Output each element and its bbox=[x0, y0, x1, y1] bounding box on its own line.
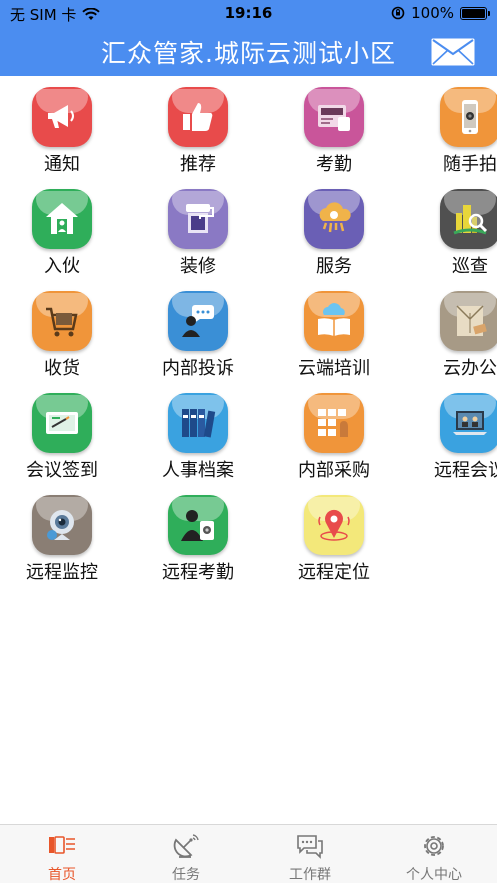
grid-item-remote-monitoring[interactable]: 远程监控 bbox=[0, 490, 124, 592]
phone-camera-icon bbox=[440, 87, 497, 147]
tab-label: 任务 bbox=[172, 867, 200, 883]
status-bar: 无 SIM 卡 19:16 100% bbox=[0, 0, 497, 26]
grid-item-notice[interactable]: 通知 bbox=[0, 82, 124, 184]
location-pin-icon bbox=[304, 495, 364, 555]
card-reader-icon bbox=[304, 87, 364, 147]
house-icon bbox=[32, 189, 92, 249]
grid-item-label: 巡查 bbox=[452, 256, 488, 277]
grid-item-internal-purchase[interactable]: 内部采购 bbox=[272, 388, 396, 490]
satellite-dish-icon bbox=[173, 834, 199, 858]
home-icon bbox=[49, 836, 75, 854]
grid-item-attendance[interactable]: 考勤 bbox=[272, 82, 396, 184]
grid-item-label: 内部投诉 bbox=[162, 358, 234, 379]
page-title: 汇众管家.城际云测试小区 bbox=[101, 39, 396, 68]
grid-item-receive-goods[interactable]: 收货 bbox=[0, 286, 124, 388]
grid-item-internal-complaint[interactable]: 内部投诉 bbox=[136, 286, 260, 388]
grid-item-label: 收货 bbox=[44, 358, 80, 379]
grid-item-snapshot[interactable]: 随手拍 bbox=[408, 82, 497, 184]
app-header: 汇众管家.城际云测试小区 bbox=[0, 26, 497, 76]
grid-item-label: 远程定位 bbox=[298, 562, 370, 583]
tab-label: 个人中心 bbox=[406, 867, 462, 883]
complaint-icon bbox=[168, 291, 228, 351]
chat-bubbles-icon bbox=[297, 835, 323, 859]
rotation-lock-icon bbox=[391, 6, 405, 20]
grid-item-label: 云端培训 bbox=[298, 358, 370, 379]
tab-label: 工作群 bbox=[289, 867, 331, 883]
grid-item-move-in[interactable]: 入伙 bbox=[0, 184, 124, 286]
status-right-group: 100% bbox=[391, 4, 490, 22]
tab-label: 首页 bbox=[48, 867, 76, 883]
cloud-service-icon bbox=[304, 189, 364, 249]
grid-item-label: 云办公 bbox=[443, 358, 497, 379]
webcam-icon bbox=[32, 495, 92, 555]
grid-item-recommend[interactable]: 推荐 bbox=[136, 82, 260, 184]
grid-item-remote-meeting[interactable]: 远程会议 bbox=[408, 388, 497, 490]
grid-item-personnel-files[interactable]: 人事档案 bbox=[136, 388, 260, 490]
purchase-icon bbox=[304, 393, 364, 453]
shopping-cart-icon bbox=[32, 291, 92, 351]
grid-item-renovation[interactable]: 装修 bbox=[136, 184, 260, 286]
grid-item-cloud-office[interactable]: 云办公 bbox=[408, 286, 497, 388]
envelope-icon bbox=[440, 291, 497, 351]
tab-home[interactable]: 首页 bbox=[0, 825, 124, 884]
grid-item-meeting-sign-in[interactable]: 会议签到 bbox=[0, 388, 124, 490]
grid-item-label: 随手拍 bbox=[443, 154, 497, 175]
grid-item-label: 服务 bbox=[316, 256, 352, 277]
tab-work-group[interactable]: 工作群 bbox=[248, 825, 372, 884]
grid-item-remote-attendance[interactable]: 远程考勤 bbox=[136, 490, 260, 592]
grid-item-label: 会议签到 bbox=[26, 460, 98, 481]
megaphone-icon bbox=[32, 87, 92, 147]
sign-in-icon bbox=[32, 393, 92, 453]
cloud-book-icon bbox=[304, 291, 364, 351]
grid-item-remote-location[interactable]: 远程定位 bbox=[272, 490, 396, 592]
grid-item-cloud-training[interactable]: 云端培训 bbox=[272, 286, 396, 388]
grid-item-patrol[interactable]: 巡查 bbox=[408, 184, 497, 286]
grid-item-label: 内部采购 bbox=[298, 460, 370, 481]
thumbs-up-icon bbox=[168, 87, 228, 147]
grid-item-label: 考勤 bbox=[316, 154, 352, 175]
grid-item-label: 装修 bbox=[180, 256, 216, 277]
gear-icon bbox=[424, 836, 444, 856]
grid-item-label: 远程会议 bbox=[434, 460, 497, 481]
grid-item-label: 通知 bbox=[44, 154, 80, 175]
mail-icon[interactable] bbox=[431, 38, 475, 66]
remote-attendance-icon bbox=[168, 495, 228, 555]
grid-item-label: 远程监控 bbox=[26, 562, 98, 583]
binders-icon bbox=[168, 393, 228, 453]
bottom-tab-bar: 首页 任务 工作群 个人中心 bbox=[0, 824, 497, 883]
tab-profile[interactable]: 个人中心 bbox=[372, 825, 496, 884]
grid-item-label: 人事档案 bbox=[162, 460, 234, 481]
battery-icon bbox=[460, 6, 490, 20]
grid-item-service[interactable]: 服务 bbox=[272, 184, 396, 286]
grid-item-label: 远程考勤 bbox=[162, 562, 234, 583]
laptop-meeting-icon bbox=[440, 393, 497, 453]
paint-roller-icon bbox=[168, 189, 228, 249]
grid-item-label: 入伙 bbox=[44, 256, 80, 277]
tab-tasks[interactable]: 任务 bbox=[124, 825, 248, 884]
magnifier-icon bbox=[440, 189, 497, 249]
battery-percent: 100% bbox=[411, 4, 454, 22]
grid-item-label: 推荐 bbox=[180, 154, 216, 175]
